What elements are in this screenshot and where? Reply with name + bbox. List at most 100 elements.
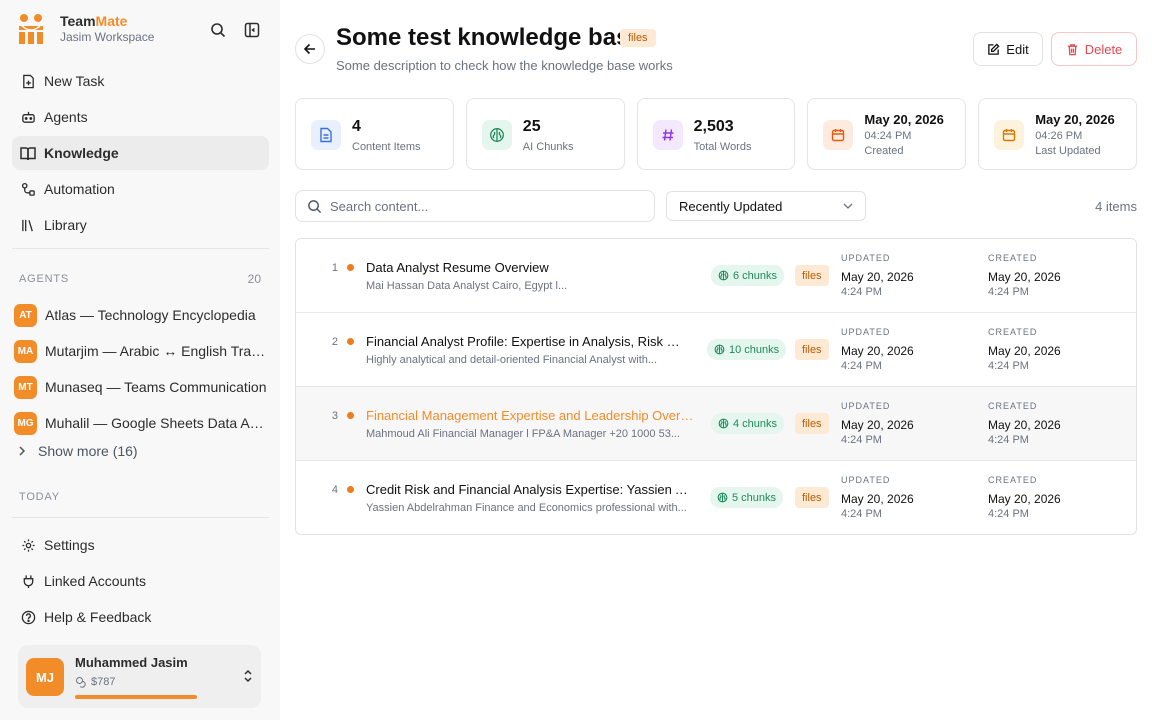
hash-icon bbox=[652, 120, 683, 150]
item-snippet: Yassien Abdelrahman Finance and Economic… bbox=[366, 502, 687, 514]
agent-badge: MG bbox=[14, 411, 37, 435]
edit-label: Edit bbox=[1006, 41, 1029, 57]
search-icon[interactable] bbox=[208, 20, 228, 40]
chunks-count: 6 chunks bbox=[733, 269, 778, 282]
stat-card-last-updated: May 20, 2026 04:26 PM Last Updated bbox=[978, 98, 1137, 170]
delete-button[interactable]: Delete bbox=[1051, 32, 1137, 66]
credit-progress-bar bbox=[75, 695, 197, 699]
agent-item[interactable]: AT Atlas — Technology Encyclopedia bbox=[14, 297, 270, 333]
user-menu[interactable]: MJ Muhammed Jasim $787 bbox=[18, 645, 261, 708]
divider bbox=[12, 248, 269, 249]
brain-icon bbox=[481, 120, 512, 150]
stat-date: May 20, 2026 bbox=[864, 112, 944, 127]
created-time: 4:24 PM bbox=[988, 508, 1029, 520]
sort-value: Recently Updated bbox=[679, 198, 783, 214]
nav-item-label: Library bbox=[44, 217, 87, 233]
stat-value: 25 bbox=[522, 118, 541, 135]
created-label: CREATED bbox=[988, 253, 1038, 263]
updated-label: UPDATED bbox=[841, 401, 891, 411]
list-item[interactable]: 2 Financial Analyst Profile: Expertise i… bbox=[296, 313, 1136, 387]
stat-date: May 20, 2026 bbox=[1035, 112, 1115, 127]
type-tag: files bbox=[795, 265, 829, 286]
edit-button[interactable]: Edit bbox=[973, 32, 1043, 66]
nav-item-label: Automation bbox=[44, 181, 115, 197]
updated-label: UPDATED bbox=[841, 475, 891, 485]
updated-time: 4:24 PM bbox=[841, 286, 882, 298]
nav-item-linked-accounts[interactable]: Linked Accounts bbox=[12, 564, 269, 598]
page-title: Some test knowledge base bbox=[336, 24, 643, 51]
item-snippet: Mahmoud Ali Financial Manager l FP&A Man… bbox=[366, 428, 680, 440]
back-button[interactable] bbox=[295, 34, 325, 64]
avatar: MJ bbox=[26, 658, 64, 696]
stat-time: 04:26 PM bbox=[1035, 130, 1083, 142]
status-dot bbox=[347, 264, 354, 271]
item-title: Financial Management Expertise and Leade… bbox=[366, 408, 696, 423]
sort-dropdown[interactable]: Recently Updated bbox=[666, 191, 866, 221]
stat-value: 4 bbox=[352, 118, 361, 135]
agents-count: 20 bbox=[247, 272, 261, 286]
updated-label: UPDATED bbox=[841, 327, 891, 337]
main-nav: New Task Agents Knowledge Automation Lib… bbox=[12, 64, 269, 244]
chevron-down-icon bbox=[843, 203, 853, 209]
item-title: Financial Analyst Profile: Expertise in … bbox=[366, 334, 688, 349]
created-time: 4:24 PM bbox=[988, 286, 1029, 298]
list-item[interactable]: 3 Financial Management Expertise and Lea… bbox=[296, 387, 1136, 461]
created-date: May 20, 2026 bbox=[988, 270, 1061, 284]
status-dot bbox=[347, 412, 354, 419]
nav-item-agents[interactable]: Agents bbox=[12, 100, 269, 134]
type-tag: files bbox=[795, 413, 829, 434]
new-task-icon bbox=[20, 73, 36, 89]
stats-row: 4 Content Items 25 AI Chunks 2,503 Total… bbox=[295, 98, 1137, 170]
stat-card-total-words: 2,503 Total Words bbox=[636, 98, 796, 170]
show-more-label: Show more (16) bbox=[38, 443, 138, 459]
nav-item-label: Agents bbox=[44, 109, 88, 125]
agent-item[interactable]: MA Mutarjim — Arabic ↔ English Translato… bbox=[14, 333, 270, 369]
brain-icon bbox=[714, 344, 725, 355]
agent-name: Munaseq — Teams Communication bbox=[45, 379, 267, 395]
stat-value: 2,503 bbox=[693, 118, 734, 135]
agent-item[interactable]: MT Munaseq — Teams Communication bbox=[14, 369, 270, 405]
search-input[interactable] bbox=[330, 198, 630, 214]
nav-item-library[interactable]: Library bbox=[12, 208, 269, 242]
agent-badge: MT bbox=[14, 375, 37, 399]
updated-time: 4:24 PM bbox=[841, 508, 882, 520]
search-box[interactable] bbox=[295, 190, 655, 222]
calendar-icon bbox=[823, 120, 854, 150]
updated-date: May 20, 2026 bbox=[841, 418, 914, 432]
agent-name: Atlas — Technology Encyclopedia bbox=[45, 307, 256, 323]
nav-item-label: Linked Accounts bbox=[44, 573, 146, 589]
row-number: 3 bbox=[331, 410, 338, 422]
plug-icon bbox=[20, 573, 36, 589]
created-time: 4:24 PM bbox=[988, 434, 1029, 446]
stat-label: Created bbox=[864, 145, 904, 157]
nav-item-automation[interactable]: Automation bbox=[12, 172, 269, 206]
brand[interactable]: TeamMate Jasim Workspace bbox=[16, 12, 154, 46]
coins-icon bbox=[76, 677, 86, 688]
calendar-icon bbox=[994, 120, 1025, 150]
item-title: Credit Risk and Financial Analysis Exper… bbox=[366, 482, 696, 497]
nav-item-new-task[interactable]: New Task bbox=[12, 64, 269, 98]
stat-card-ai-chunks: 25 AI Chunks bbox=[465, 98, 625, 170]
stat-label: Last Updated bbox=[1035, 145, 1101, 157]
stat-card-created: May 20, 2026 04:24 PM Created bbox=[807, 98, 967, 170]
list-item[interactable]: 4 Credit Risk and Financial Analysis Exp… bbox=[296, 461, 1136, 534]
nav-item-knowledge[interactable]: Knowledge bbox=[12, 136, 269, 170]
item-title: Data Analyst Resume Overview bbox=[366, 260, 549, 275]
list-item[interactable]: 1 Data Analyst Resume Overview Mai Hassa… bbox=[296, 239, 1136, 313]
created-date: May 20, 2026 bbox=[988, 492, 1061, 506]
sidebar-toggle-icon[interactable] bbox=[242, 20, 262, 40]
user-name: Muhammed Jasim bbox=[75, 655, 188, 670]
credit-value: $787 bbox=[91, 676, 116, 688]
agent-list: AT Atlas — Technology Encyclopedia MA Mu… bbox=[14, 297, 270, 441]
show-more-button[interactable]: Show more (16) bbox=[18, 443, 138, 459]
nav-item-settings[interactable]: Settings bbox=[12, 528, 269, 562]
chevron-right-icon bbox=[18, 443, 26, 459]
row-number: 2 bbox=[331, 336, 338, 348]
teammate-logo-icon bbox=[19, 14, 43, 44]
status-dot bbox=[347, 338, 354, 345]
content-list: 1 Data Analyst Resume Overview Mai Hassa… bbox=[295, 238, 1137, 535]
agent-item[interactable]: MG Muhalil — Google Sheets Data Analyst bbox=[14, 405, 270, 441]
nav-item-help[interactable]: Help & Feedback bbox=[12, 600, 269, 634]
sidebar: TeamMate Jasim Workspace New Task Agents… bbox=[0, 0, 280, 720]
item-snippet: Mai Hassan Data Analyst Cairo, Egypt l..… bbox=[366, 280, 568, 292]
